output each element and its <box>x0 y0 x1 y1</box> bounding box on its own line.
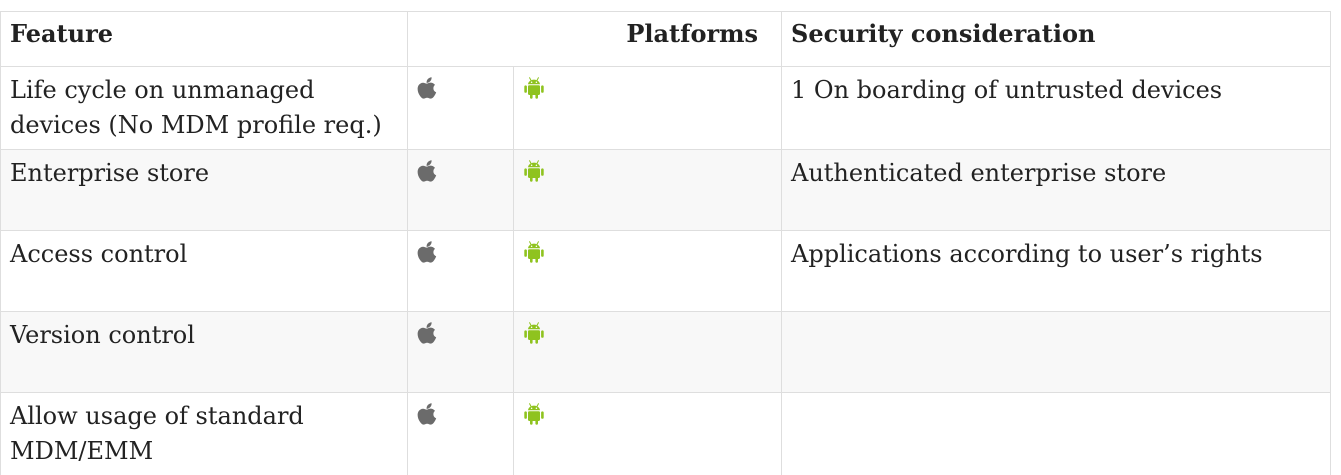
feature-cell: Enterprise store <box>1 150 408 231</box>
ios-cell <box>408 312 514 393</box>
security-cell: Authenticated enterprise store <box>782 150 1331 231</box>
android-icon <box>523 158 545 182</box>
ios-cell <box>408 150 514 231</box>
security-cell <box>782 393 1331 475</box>
features-table: Feature Platforms Security consideration… <box>0 11 1331 475</box>
android-cell <box>514 312 782 393</box>
feature-cell: Version control <box>1 312 408 393</box>
feature-cell: Allow usage of standard MDM/EMM <box>1 393 408 475</box>
security-cell: Applications according to user’s rights <box>782 231 1331 312</box>
table-row: Allow usage of standard MDM/EMM <box>1 393 1331 475</box>
apple-icon <box>417 75 439 99</box>
android-cell <box>514 393 782 475</box>
ios-cell <box>408 67 514 150</box>
apple-icon <box>417 158 439 182</box>
android-cell <box>514 67 782 150</box>
android-cell <box>514 150 782 231</box>
header-feature: Feature <box>1 12 408 67</box>
android-cell <box>514 231 782 312</box>
table-row: Life cycle on unmanaged devices (No MDM … <box>1 67 1331 150</box>
table-row: Version control <box>1 312 1331 393</box>
header-platforms: Platforms <box>408 12 782 67</box>
table-row: Access control Applications according to… <box>1 231 1331 312</box>
header-row: Feature Platforms Security consideration <box>1 12 1331 67</box>
feature-cell: Access control <box>1 231 408 312</box>
table-row: Enterprise store Authenticated enterpris… <box>1 150 1331 231</box>
apple-icon <box>417 239 439 263</box>
security-cell: 1 On boarding of untrusted devices <box>782 67 1331 150</box>
security-cell <box>782 312 1331 393</box>
apple-icon <box>417 320 439 344</box>
feature-cell: Life cycle on unmanaged devices (No MDM … <box>1 67 408 150</box>
apple-icon <box>417 401 439 425</box>
ios-cell <box>408 393 514 475</box>
ios-cell <box>408 231 514 312</box>
header-security: Security consideration <box>782 12 1331 67</box>
android-icon <box>523 401 545 425</box>
android-icon <box>523 75 545 99</box>
android-icon <box>523 320 545 344</box>
android-icon <box>523 239 545 263</box>
